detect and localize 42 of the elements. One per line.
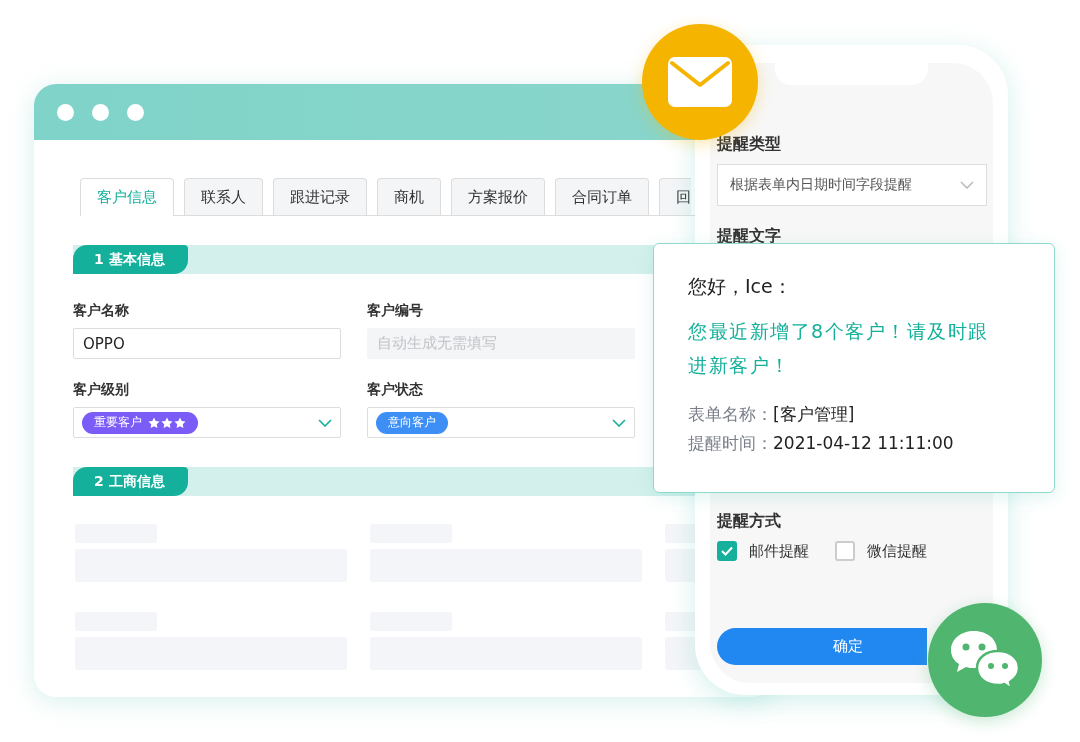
message-text: 您最近新增了8个客户！请及时跟进新客户！ [688,319,990,378]
checkmark-icon [721,546,733,556]
section-title: 2 工商信息 [73,467,188,496]
detail-value: 2021-04-12 11:11:00 [773,432,954,455]
window-dot[interactable] [57,103,74,121]
tag: 意向客户 [376,411,448,434]
star-icon [174,416,186,429]
checkbox-label: 微信提醒 [867,541,927,561]
field-label: 提醒类型 [717,134,782,155]
chevron-down-icon [612,418,626,427]
window-dot[interactable] [127,103,144,121]
envelope-icon [668,57,732,107]
input-field[interactable]: OPPO [73,328,341,359]
greeting-text: 您好，Ice： [688,274,793,299]
detail-label: 提醒时间： [688,432,773,455]
field-label: 客户编号 [367,302,424,320]
field-label: 提醒方式 [717,511,782,532]
chevron-down-icon [318,418,332,427]
chevron-down-icon [960,181,974,189]
checkbox[interactable] [717,541,737,561]
field-label: 客户状态 [367,381,424,399]
detail-label: 表单名称： [688,403,773,426]
tab[interactable]: 联系人 [184,178,263,215]
select-field[interactable]: 根据表单内日期时间字段提醒 [717,164,987,206]
tab[interactable]: 方案报价 [451,178,545,215]
field-label: 提醒文字 [717,226,782,247]
field-label: 客户名称 [73,302,130,320]
confirm-button[interactable]: 确定 [717,628,927,665]
section-title: 1 基本信息 [73,245,188,274]
select-field[interactable]: 重要客户 [73,407,341,438]
tab[interactable]: 跟进记录 [273,178,367,215]
tab[interactable]: 合同订单 [555,178,649,215]
window-dot[interactable] [92,103,109,121]
tab[interactable]: 回 [659,178,691,215]
checkbox-label: 邮件提醒 [749,541,809,561]
tab[interactable]: 商机 [377,178,441,215]
star-icon [161,416,173,429]
star-icon [148,416,160,429]
checkbox[interactable] [835,541,855,561]
tag: 重要客户 [82,411,198,434]
detail-value: [客户管理] [773,403,855,426]
field-label: 客户级别 [73,381,130,399]
